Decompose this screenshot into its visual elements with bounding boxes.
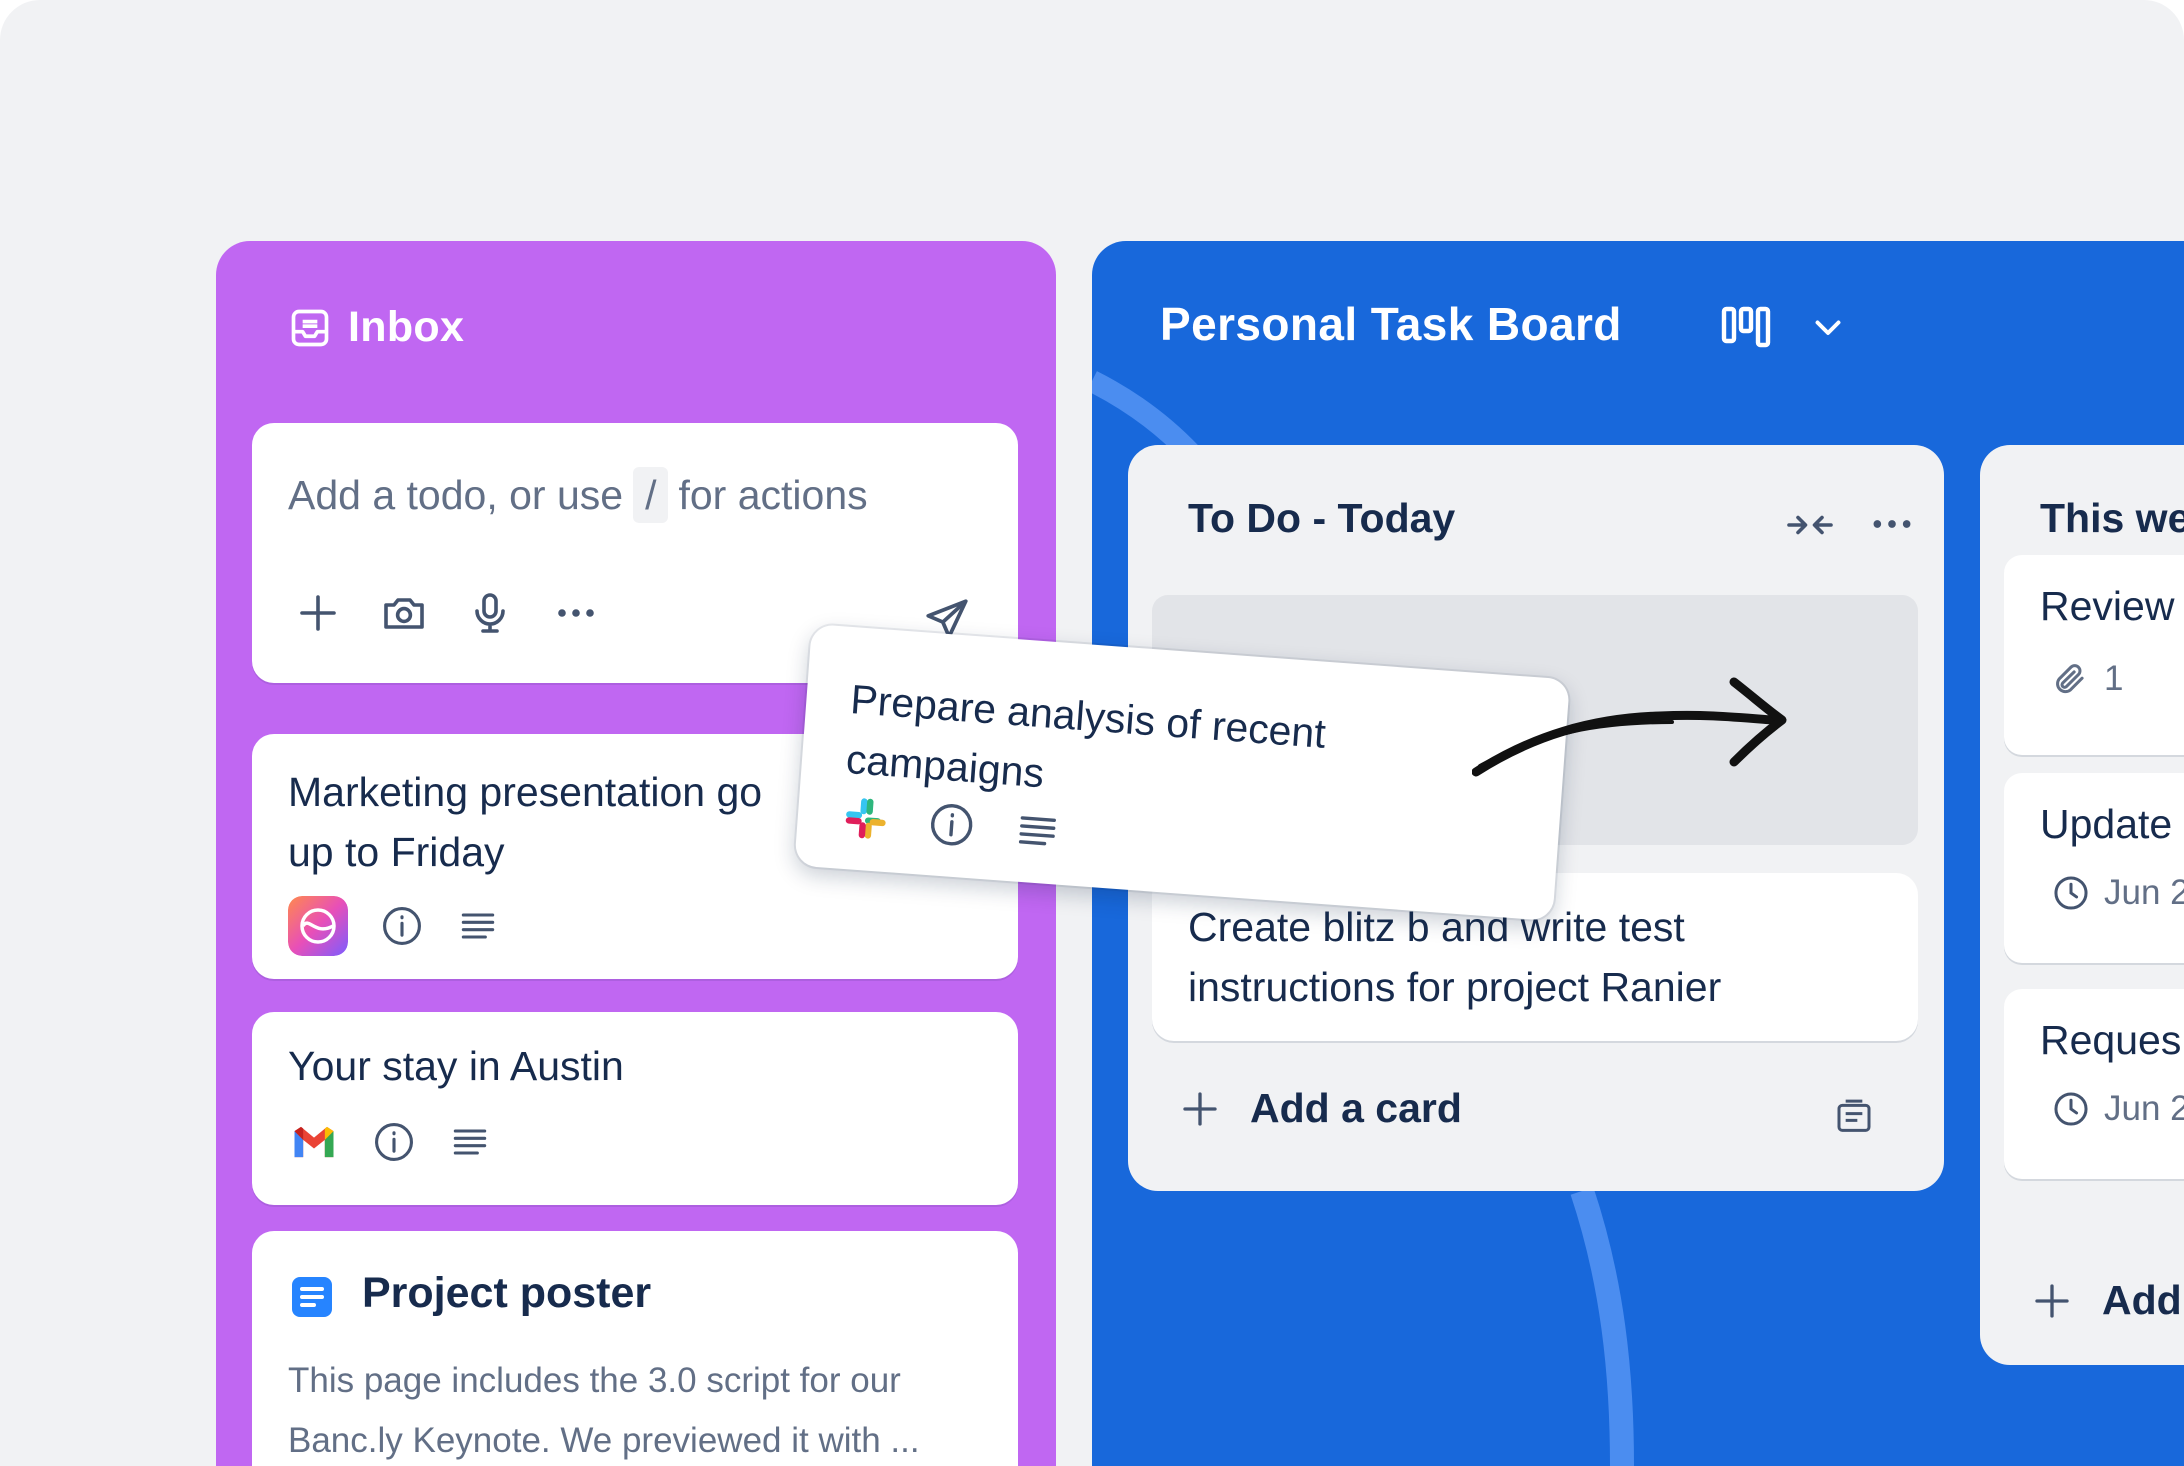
collapse-icon[interactable] bbox=[1786, 507, 1834, 543]
due-date: Jun 2 bbox=[2104, 873, 2184, 912]
card-meta bbox=[288, 896, 500, 956]
card-title: Reques bbox=[2040, 1017, 2182, 1063]
shortcut-key: / bbox=[633, 467, 669, 523]
add-card-button[interactable]: Add bbox=[2032, 1277, 2182, 1324]
card-description: This page includes the 3.0 script for ou… bbox=[288, 1361, 920, 1460]
add-icon[interactable] bbox=[294, 589, 342, 637]
inbox-card-austin[interactable]: Your stay in Austin bbox=[252, 1012, 1018, 1205]
description-icon bbox=[1018, 816, 1056, 846]
list-this-week: This we Review 1 Update Jun 2 Reques Jun… bbox=[1980, 445, 2184, 1365]
info-icon[interactable] bbox=[372, 1120, 416, 1164]
board-title[interactable]: Personal Task Board bbox=[1160, 297, 1622, 351]
card-meta: Jun 2 bbox=[2052, 1089, 2184, 1129]
composer-input[interactable]: Add a todo, or use / for actions bbox=[288, 467, 868, 523]
clock-icon bbox=[2054, 876, 2088, 910]
app-source-icon bbox=[288, 896, 348, 956]
composer-placeholder: Add a todo, or use bbox=[288, 471, 624, 518]
add-card-button[interactable]: Add a card bbox=[1180, 1085, 1462, 1132]
composer-toolbar bbox=[294, 589, 600, 637]
info-icon[interactable] bbox=[380, 904, 424, 948]
card-meta: 1 bbox=[2052, 659, 2123, 699]
inbox-card-project-poster[interactable]: Project poster This page includes the 3.… bbox=[252, 1231, 1018, 1466]
description-icon bbox=[453, 1129, 487, 1155]
add-card-label: Add a card bbox=[1250, 1085, 1462, 1131]
add-card-label: Add bbox=[2102, 1277, 2182, 1323]
camera-icon[interactable] bbox=[380, 589, 428, 637]
plus-icon bbox=[2035, 1283, 2069, 1318]
description-icon bbox=[461, 913, 495, 939]
document-icon bbox=[292, 1277, 332, 1317]
list-card[interactable]: Reques Jun 2 bbox=[2004, 989, 2184, 1179]
card-title-line: up to Friday bbox=[288, 829, 505, 875]
due-date: Jun 2 bbox=[2104, 1089, 2184, 1128]
slack-icon bbox=[845, 798, 886, 839]
drag-direction-arrow-icon bbox=[1472, 677, 1787, 777]
card-title: Project poster bbox=[362, 1269, 652, 1317]
composer-placeholder-suffix: for actions bbox=[678, 471, 868, 518]
list-title[interactable]: To Do - Today bbox=[1188, 495, 1455, 542]
chevron-down-icon[interactable] bbox=[1808, 309, 1848, 345]
card-template-icon[interactable] bbox=[1834, 1097, 1874, 1137]
list-title[interactable]: This we bbox=[2040, 495, 2184, 542]
inbox-header: Inbox bbox=[288, 303, 464, 352]
card-title: Marketing presentation go up to Friday bbox=[288, 762, 762, 882]
card-title: Update bbox=[2040, 801, 2173, 847]
board-view-icon[interactable] bbox=[1720, 303, 1772, 351]
clock-icon bbox=[2054, 1092, 2088, 1126]
attachment-icon bbox=[2056, 664, 2084, 694]
card-meta bbox=[288, 1116, 492, 1168]
inbox-title: Inbox bbox=[348, 303, 465, 351]
card-meta: Jun 2 bbox=[2052, 873, 2184, 913]
card-title-line: Marketing presentation go bbox=[288, 769, 763, 815]
list-card[interactable]: Update Jun 2 bbox=[2004, 773, 2184, 963]
card-title: Your stay in Austin bbox=[288, 1043, 624, 1089]
app-frame: Inbox Add a todo, or use / for actions M… bbox=[0, 0, 2184, 1466]
attachment-count: 1 bbox=[2104, 659, 2124, 698]
inbox-icon bbox=[291, 309, 329, 346]
list-card[interactable]: Review 1 bbox=[2004, 555, 2184, 755]
gmail-icon bbox=[294, 1126, 334, 1158]
more-icon[interactable] bbox=[552, 589, 600, 637]
more-icon[interactable] bbox=[1870, 509, 1914, 539]
plus-icon bbox=[1183, 1091, 1217, 1126]
card-title: Review bbox=[2040, 583, 2175, 629]
info-icon[interactable] bbox=[926, 799, 977, 850]
microphone-icon[interactable] bbox=[466, 589, 514, 637]
